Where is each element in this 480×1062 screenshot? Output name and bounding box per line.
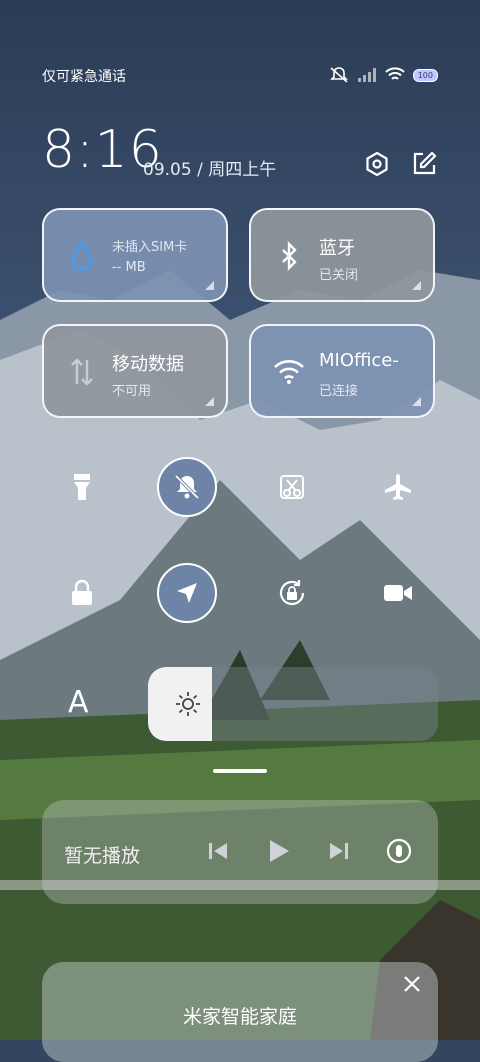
silent-mode-button[interactable] (157, 457, 217, 517)
expand-corner[interactable] (412, 397, 421, 406)
lock-screen-icon (72, 579, 92, 605)
wifi-icon (274, 360, 304, 384)
brightness-slider[interactable] (148, 667, 438, 741)
battery-indicator: 100 (412, 68, 438, 82)
airplane-mode-icon (385, 474, 411, 500)
drag-handle[interactable] (213, 769, 267, 773)
location-button[interactable] (157, 563, 217, 623)
tile-sim-data[interactable]: 未插入SIM卡 -- MB (42, 208, 228, 302)
tile-title: 移动数据 (112, 354, 184, 375)
signal-icon (357, 68, 376, 82)
screenshot-icon (280, 475, 304, 499)
tile-title: MIOffice- (319, 350, 399, 371)
flashlight-button[interactable] (52, 457, 112, 517)
tile-wifi[interactable]: MIOffice- 已连接 (249, 324, 435, 418)
data-usage-icon (71, 240, 93, 271)
tile-title: 蓝牙 (319, 238, 355, 259)
auto-brightness-button[interactable]: A (68, 685, 89, 720)
tile-bluetooth[interactable]: 蓝牙 已关闭 (249, 208, 435, 302)
play-icon[interactable] (263, 836, 293, 866)
mobile-data-icon (71, 358, 93, 386)
media-title: 暂无播放 (64, 845, 141, 867)
status-icons: 100 (329, 66, 438, 84)
tile-title: 未插入SIM卡 (112, 240, 188, 255)
expand-corner[interactable] (205, 281, 214, 290)
location-icon (177, 583, 197, 603)
close-icon[interactable] (400, 972, 424, 996)
settings-icon[interactable] (363, 150, 391, 178)
date-text: 09.05 / 周四上午 (143, 160, 277, 180)
wifi-status-icon (385, 67, 405, 80)
expand-corner[interactable] (205, 397, 214, 406)
brightness-icon (176, 692, 200, 716)
tile-sub: 已连接 (319, 384, 359, 399)
tile-mobile-data[interactable]: 移动数据 不可用 (42, 324, 228, 418)
media-player: 暂无播放 (42, 800, 438, 904)
next-icon[interactable] (324, 836, 354, 866)
tile-sub: -- MB (112, 260, 146, 275)
expand-corner[interactable] (412, 281, 421, 290)
airplane-mode-button[interactable] (368, 457, 428, 517)
carrier-text: 仅可紧急通话 (42, 69, 126, 85)
mute-status-icon (329, 67, 348, 83)
bluetooth-icon (282, 241, 297, 271)
tile-sub: 不可用 (112, 384, 152, 399)
silent-mode-icon (174, 474, 200, 500)
screen-record-button[interactable] (368, 563, 428, 623)
previous-icon[interactable] (203, 836, 233, 866)
screenshot-button[interactable] (262, 457, 322, 517)
rotation-lock-button[interactable] (262, 563, 322, 623)
lock-screen-button[interactable] (52, 563, 112, 623)
rotation-lock-icon (279, 580, 305, 606)
smart-home-card[interactable]: 米家智能家庭 (42, 962, 438, 1062)
screen-record-icon (384, 585, 412, 601)
tile-sub: 已关闭 (319, 268, 359, 283)
edit-icon[interactable] (410, 150, 438, 178)
audio-output-icon[interactable] (384, 836, 414, 866)
flashlight-icon (74, 474, 90, 500)
card-title: 米家智能家庭 (182, 1006, 297, 1028)
